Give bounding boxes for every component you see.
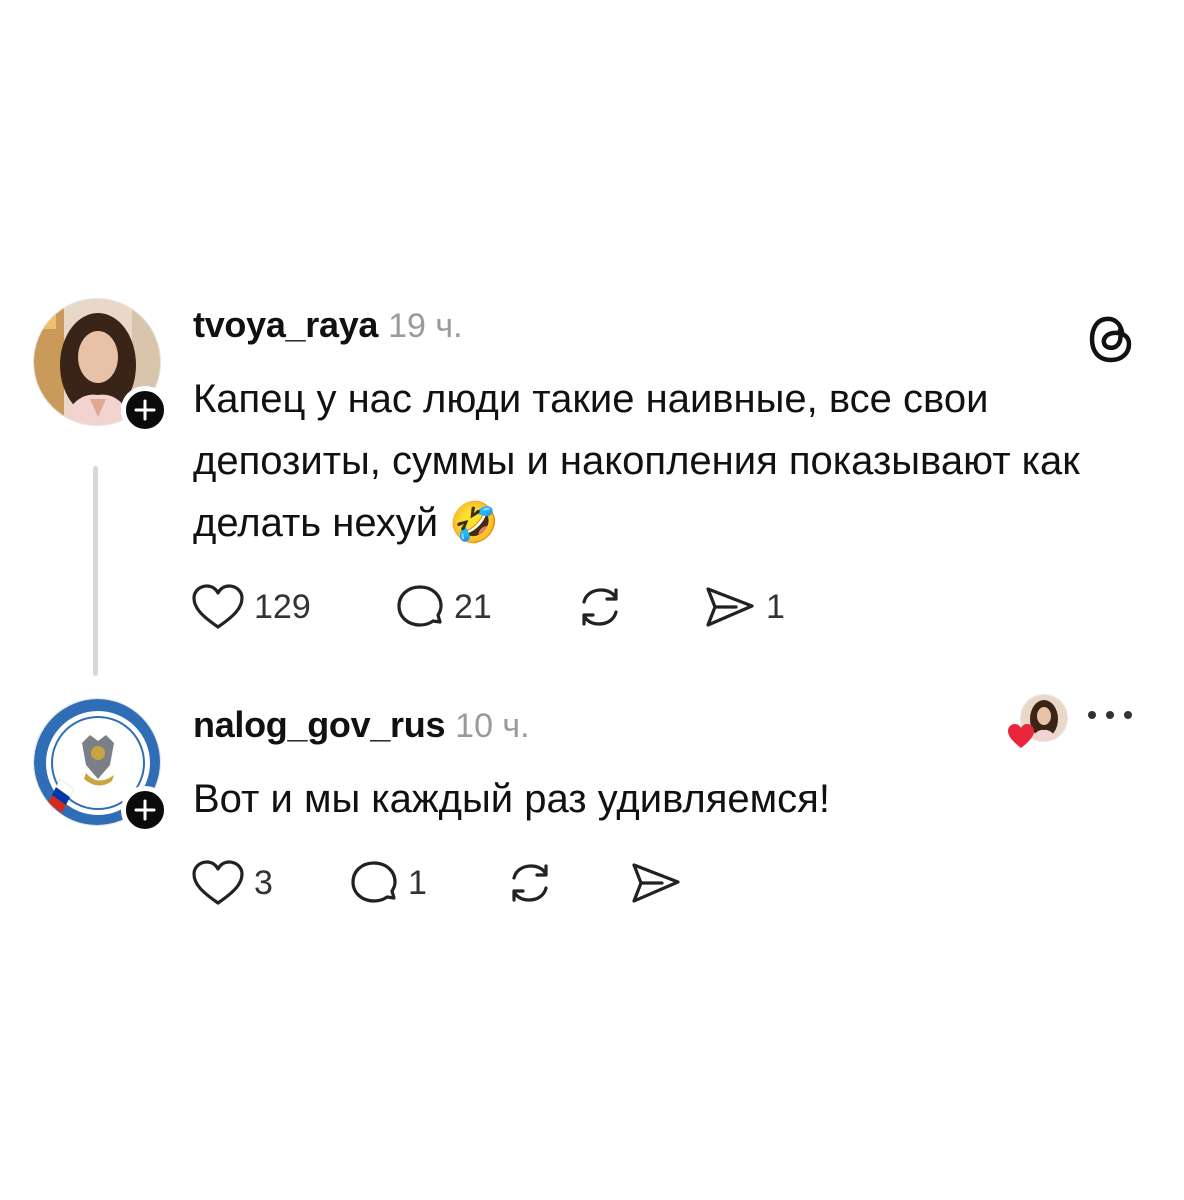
- heart-icon: [192, 860, 244, 905]
- share-button[interactable]: [628, 858, 684, 908]
- username[interactable]: tvoya_raya: [193, 304, 378, 346]
- like-count: 3: [254, 863, 273, 902]
- reply-count: 21: [454, 587, 492, 626]
- username[interactable]: nalog_gov_rus: [193, 704, 445, 746]
- send-icon: [706, 587, 754, 627]
- repost-icon: [512, 864, 548, 902]
- share-button[interactable]: 1: [702, 582, 785, 632]
- reply-button[interactable]: 21: [394, 582, 574, 632]
- heart-filled-icon: [1008, 724, 1034, 748]
- author-avatar-container[interactable]: [33, 298, 169, 434]
- more-dots-icon[interactable]: [1085, 708, 1135, 722]
- reply-button[interactable]: 1: [348, 858, 504, 908]
- thread-post-1: tvoya_raya 19 ч. Капец у нас люди такие …: [0, 290, 1184, 680]
- repost-button[interactable]: [574, 582, 702, 632]
- action-bar: 3 1: [190, 858, 684, 908]
- post-meta: tvoya_raya 19 ч.: [193, 304, 463, 346]
- post-text: Вот и мы каждый раз удивляемся!: [193, 777, 830, 821]
- action-bar: 129 21 1: [190, 582, 785, 632]
- timestamp: 10 ч.: [455, 707, 530, 745]
- plus-icon: [134, 399, 156, 421]
- share-count: 1: [766, 587, 785, 626]
- comment-bubble-icon: [351, 861, 397, 903]
- heart-icon: [192, 584, 244, 629]
- thread-connector-line: [93, 466, 98, 676]
- thread-post-2: nalog_gov_rus 10 ч. Вот и мы каждый раз …: [0, 690, 1184, 950]
- follow-button[interactable]: [121, 786, 169, 834]
- like-button[interactable]: 3: [190, 858, 348, 908]
- repost-button[interactable]: [504, 858, 628, 908]
- author-avatar-container[interactable]: [33, 698, 169, 834]
- like-count: 129: [254, 587, 311, 626]
- follow-button[interactable]: [121, 386, 169, 434]
- timestamp: 19 ч.: [388, 307, 463, 345]
- post-meta: nalog_gov_rus 10 ч.: [193, 704, 530, 746]
- plus-icon: [134, 799, 156, 821]
- post-text: Капец у нас люди такие наивные, все свои…: [193, 377, 1080, 545]
- repost-icon: [582, 588, 618, 626]
- comment-bubble-icon: [397, 585, 443, 627]
- reply-count: 1: [408, 863, 427, 902]
- send-icon: [632, 863, 680, 903]
- threads-logo[interactable]: [1086, 310, 1136, 368]
- liked-by-author-indicator: [990, 694, 1068, 748]
- like-button[interactable]: 129: [190, 582, 394, 632]
